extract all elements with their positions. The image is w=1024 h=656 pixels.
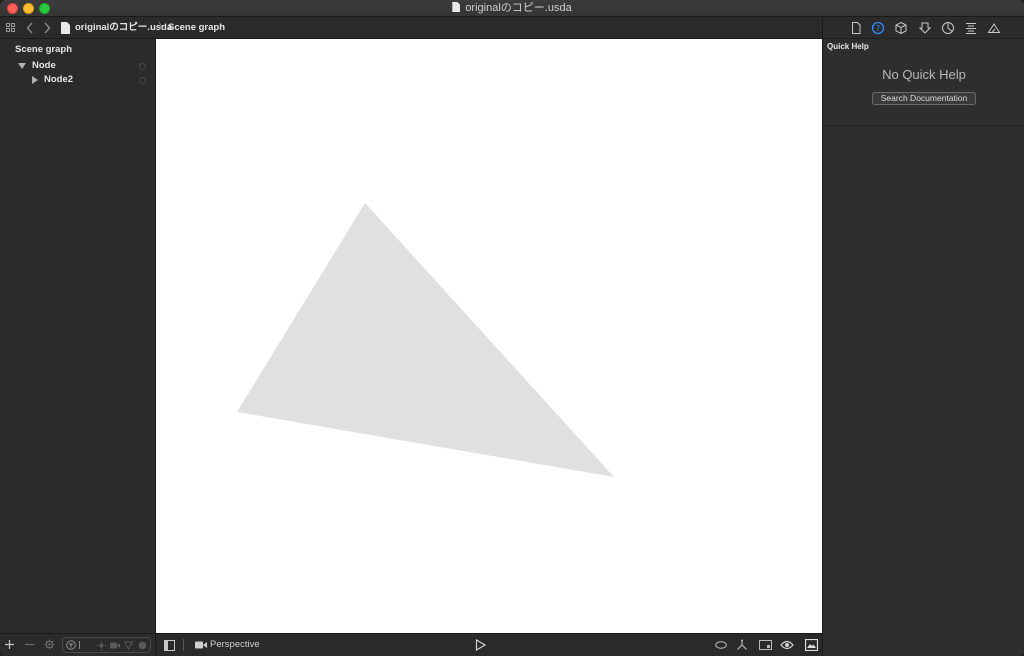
title-bar: originalのコピー.usda xyxy=(0,0,1024,17)
gear-icon[interactable] xyxy=(44,639,55,650)
window-title-text: originalのコピー.usda xyxy=(465,2,572,14)
axes-gizmo-icon[interactable] xyxy=(736,639,748,651)
filter-field[interactable] xyxy=(62,637,151,653)
tree-row-node2[interactable]: Node2 xyxy=(0,73,156,87)
window-title: originalのコピー.usda xyxy=(0,1,1024,16)
cube-inspector-tab[interactable] xyxy=(894,21,908,35)
inspector-divider xyxy=(823,125,1024,126)
toolbar-divider xyxy=(183,639,184,651)
filter-icon xyxy=(66,640,76,650)
app-window: originalのコピー.usda originalのコピー.usda 〉 Sc… xyxy=(0,0,1024,656)
tree-row-label: Node xyxy=(32,60,56,71)
svg-text:?: ? xyxy=(876,24,880,33)
scene-canvas[interactable] xyxy=(156,39,822,633)
attributes-inspector-tab[interactable] xyxy=(964,21,978,35)
bounding-shape-icon[interactable] xyxy=(715,641,727,649)
disclosure-expanded-icon[interactable] xyxy=(18,62,26,70)
node-inspector-tab[interactable] xyxy=(918,21,932,35)
path-bar: originalのコピー.usda 〉 Scene graph xyxy=(0,17,822,39)
add-icon[interactable] xyxy=(5,640,14,649)
material-inspector-tab[interactable] xyxy=(941,21,955,35)
file-inspector-tab[interactable] xyxy=(849,21,863,35)
sidebar-footer xyxy=(0,633,156,656)
safe-area-icon[interactable] xyxy=(759,640,772,650)
visibility-eye-icon[interactable] xyxy=(780,640,794,650)
related-items-grid-icon[interactable] xyxy=(6,23,16,33)
inspector-tab-bar: ? xyxy=(823,17,1024,39)
viewport-toolbar: Perspective xyxy=(156,633,822,656)
tree-row-node[interactable]: Node xyxy=(0,59,156,73)
scene-graph-header: Scene graph xyxy=(15,44,73,55)
video-camera-icon[interactable] xyxy=(195,641,207,649)
triangle-mesh[interactable] xyxy=(237,203,614,477)
visibility-toggle-icon[interactable] xyxy=(139,63,146,70)
visibility-toggle-icon[interactable] xyxy=(139,77,146,84)
physics-inspector-tab[interactable] xyxy=(987,21,1001,35)
camera-filter-icon[interactable] xyxy=(110,642,120,649)
quick-help-inspector-tab[interactable]: ? xyxy=(871,21,885,35)
search-documentation-button[interactable]: Search Documentation xyxy=(872,92,976,105)
no-quick-help-message: No Quick Help xyxy=(882,67,966,82)
forward-chevron-icon[interactable] xyxy=(43,22,51,34)
scene-viewport[interactable] xyxy=(156,39,822,633)
text-cursor xyxy=(79,641,80,649)
tree-row-label: Node2 xyxy=(44,74,74,85)
remove-icon[interactable] xyxy=(25,640,34,649)
play-icon[interactable] xyxy=(475,639,486,651)
back-chevron-icon[interactable] xyxy=(26,22,34,34)
breadcrumb-scene-graph[interactable]: Scene graph xyxy=(168,17,225,39)
environment-image-icon[interactable] xyxy=(805,639,818,651)
disclosure-collapsed-icon[interactable] xyxy=(31,76,39,84)
quick-help-title: Quick Help xyxy=(827,42,869,51)
document-icon xyxy=(452,2,461,12)
toggle-sidebar-icon[interactable] xyxy=(164,640,175,651)
breadcrumb-separator: 〉 xyxy=(158,22,168,33)
mesh-filter-icon[interactable] xyxy=(124,641,133,650)
light-filter-icon[interactable] xyxy=(97,641,106,650)
file-icon xyxy=(61,22,70,34)
inspector-panel: ? Quick Help No Quick Help Search Docume… xyxy=(822,17,1024,656)
material-filter-icon[interactable] xyxy=(138,641,147,650)
scene-graph-sidebar: Scene graph Node Node2 xyxy=(0,39,156,633)
camera-selector[interactable]: Perspective xyxy=(210,634,260,656)
